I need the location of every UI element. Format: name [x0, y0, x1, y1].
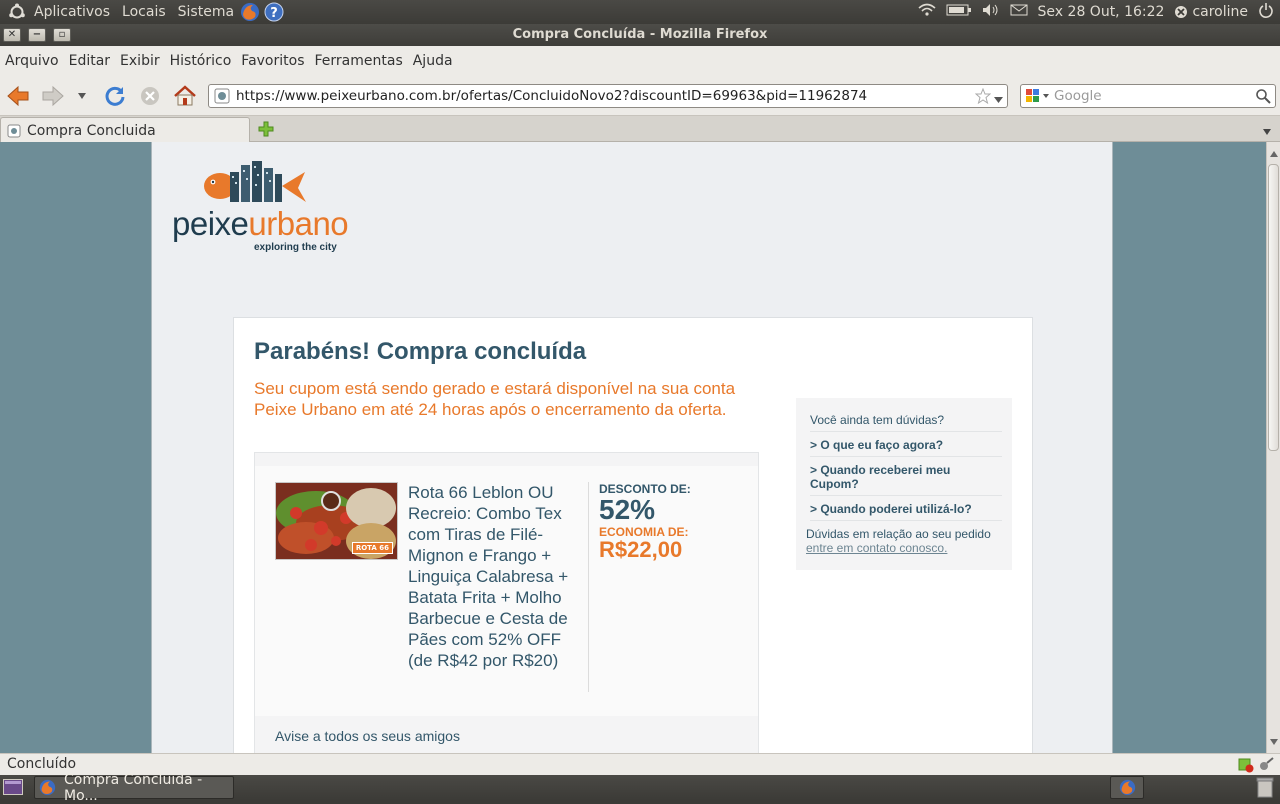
- url-bar[interactable]: https://www.peixeurbano.com.br/ofertas/C…: [208, 84, 1008, 108]
- tab-list-dropdown-icon[interactable]: [1262, 125, 1272, 140]
- user-status-icon: [1175, 6, 1188, 18]
- coupon-status-message: Seu cupom está sendo gerado e estará dis…: [254, 379, 736, 419]
- deal-details: ROTA 66 Rota 66 Leblon OU Recreio: Combo…: [255, 466, 758, 716]
- faq-footer-text: Dúvidas em relação ao seu pedido: [806, 527, 991, 541]
- mail-icon[interactable]: [1010, 4, 1028, 20]
- web-content: peixeurbano exploring the city Parabéns!…: [0, 142, 1266, 753]
- menu-file[interactable]: Arquivo: [5, 53, 59, 69]
- show-desktop-icon[interactable]: [3, 779, 23, 799]
- logo-text-peixe: peixe: [172, 205, 249, 242]
- network-icon[interactable]: [918, 3, 936, 21]
- url-text: https://www.peixeurbano.com.br/ofertas/C…: [236, 88, 868, 104]
- deal-divider: [588, 482, 589, 692]
- forward-button[interactable]: [40, 84, 66, 108]
- tab-compra-concluida[interactable]: Compra Concluida: [0, 117, 250, 143]
- user-menu[interactable]: caroline: [1174, 4, 1248, 20]
- savings-value: R$22,00: [599, 537, 683, 562]
- taskbar-item-label: Compra Concluida - Mo...: [64, 771, 203, 804]
- peixeurbano-logo[interactable]: peixeurbano exploring the city: [172, 160, 352, 255]
- volume-icon[interactable]: [982, 3, 1000, 21]
- scrollbar-thumb[interactable]: [1268, 164, 1279, 451]
- share-with-friends-label: Avise a todos os seus amigos: [275, 728, 460, 744]
- url-history-dropdown-icon[interactable]: [994, 92, 1003, 108]
- page-title: Parabéns! Compra concluída: [254, 338, 587, 365]
- logo-wordmark: peixeurbano: [172, 205, 349, 242]
- menu-bar: Arquivo Editar Exibir Histórico Favorito…: [0, 46, 1280, 76]
- workspace-firefox-icon[interactable]: [1110, 776, 1144, 799]
- reload-icon: [105, 86, 125, 106]
- firefox-launcher-icon[interactable]: [240, 2, 260, 22]
- tab-label: Compra Concluida: [27, 122, 156, 139]
- tab-favicon-icon: [7, 124, 21, 138]
- page-container: peixeurbano exploring the city Parabéns!…: [151, 142, 1113, 753]
- search-icon[interactable]: [1255, 88, 1271, 108]
- purchase-confirmation-card: Parabéns! Compra concluída Seu cupom est…: [233, 317, 1033, 753]
- logo-tagline: exploring the city: [254, 242, 337, 253]
- user-name: caroline: [1192, 4, 1248, 20]
- close-window-button[interactable]: ✕: [3, 28, 21, 42]
- site-identity-icon[interactable]: [214, 88, 230, 104]
- back-arrow-icon: [7, 85, 29, 107]
- top-panel: Aplicativos Locais Sistema ? Sex 28 Out,…: [0, 0, 1280, 24]
- status-text: Concluído: [7, 756, 77, 772]
- contact-us-link[interactable]: entre em contato conosco.: [806, 541, 947, 555]
- menu-tools[interactable]: Ferramentas: [315, 53, 403, 69]
- power-icon[interactable]: [1258, 2, 1274, 22]
- history-dropdown[interactable]: [72, 84, 92, 108]
- ubuntu-logo-icon[interactable]: [8, 3, 26, 21]
- clock[interactable]: Sex 28 Out, 16:22: [1038, 4, 1165, 20]
- faq-header: Você ainda tem dúvidas?: [810, 413, 1002, 432]
- taskbar-item-firefox[interactable]: Compra Concluida - Mo...: [34, 772, 234, 804]
- applications-menu[interactable]: Aplicativos: [34, 4, 110, 20]
- deal-summary: ROTA 66 Rota 66 Leblon OU Recreio: Combo…: [254, 452, 759, 753]
- logo-text-urbano: urbano: [248, 205, 349, 242]
- firefox-icon: [39, 779, 56, 796]
- svg-text:?: ?: [270, 6, 278, 21]
- back-button[interactable]: [5, 84, 31, 108]
- deal-image-badge: ROTA 66: [351, 542, 393, 554]
- menu-bookmarks[interactable]: Favoritos: [241, 53, 304, 69]
- navigation-toolbar: https://www.peixeurbano.com.br/ofertas/C…: [0, 76, 1280, 116]
- chevron-down-icon: [78, 93, 86, 99]
- faq-box: Você ainda tem dúvidas? > O que eu faço …: [796, 398, 1012, 570]
- places-menu[interactable]: Locais: [122, 4, 166, 20]
- stop-icon: [141, 87, 159, 105]
- faq-link-what-now[interactable]: > O que eu faço agora?: [810, 438, 1002, 457]
- bookmark-star-icon[interactable]: [974, 87, 992, 108]
- battery-icon[interactable]: [946, 4, 972, 20]
- window-title: Compra Concluída - Mozilla Firefox: [512, 27, 768, 42]
- new-tab-plus-icon[interactable]: [258, 121, 274, 141]
- menu-view[interactable]: Exibir: [120, 53, 160, 69]
- forward-arrow-icon: [42, 85, 64, 107]
- trash-icon[interactable]: [1256, 777, 1274, 802]
- search-engine-google-icon[interactable]: [1025, 88, 1051, 104]
- maximize-window-button[interactable]: ▫: [53, 28, 71, 42]
- vertical-scrollbar[interactable]: [1266, 142, 1280, 753]
- faq-link-when-receive-coupon[interactable]: > Quando receberei meu Cupom?: [810, 463, 1002, 496]
- system-menu[interactable]: Sistema: [178, 4, 234, 20]
- reload-button[interactable]: [102, 84, 128, 108]
- faq-link-when-use[interactable]: > Quando poderei utilizá-lo?: [810, 502, 1002, 521]
- home-button[interactable]: [172, 84, 198, 108]
- search-input[interactable]: Google: [1054, 88, 1102, 104]
- bottom-panel: Compra Concluida - Mo...: [0, 772, 1280, 804]
- minimize-window-button[interactable]: −: [28, 28, 46, 42]
- deal-title[interactable]: Rota 66 Leblon OU Recreio: Combo Tex com…: [408, 482, 583, 671]
- scroll-down-arrow-icon[interactable]: [1270, 734, 1278, 749]
- tab-strip: Compra Concluida: [0, 116, 1280, 143]
- deal-image[interactable]: ROTA 66: [275, 482, 398, 560]
- menu-history[interactable]: Histórico: [170, 53, 232, 69]
- fish-logo-icon: [204, 161, 306, 202]
- window-title-bar[interactable]: ✕ − ▫ Compra Concluída - Mozilla Firefox: [0, 24, 1280, 46]
- search-bar[interactable]: Google: [1020, 84, 1276, 108]
- help-icon[interactable]: ?: [264, 2, 284, 22]
- menu-help[interactable]: Ajuda: [413, 53, 453, 69]
- discount-value: 52%: [599, 494, 656, 525]
- home-icon: [174, 85, 196, 106]
- scroll-up-arrow-icon[interactable]: [1270, 146, 1278, 161]
- stop-button[interactable]: [137, 84, 163, 108]
- menu-edit[interactable]: Editar: [69, 53, 110, 69]
